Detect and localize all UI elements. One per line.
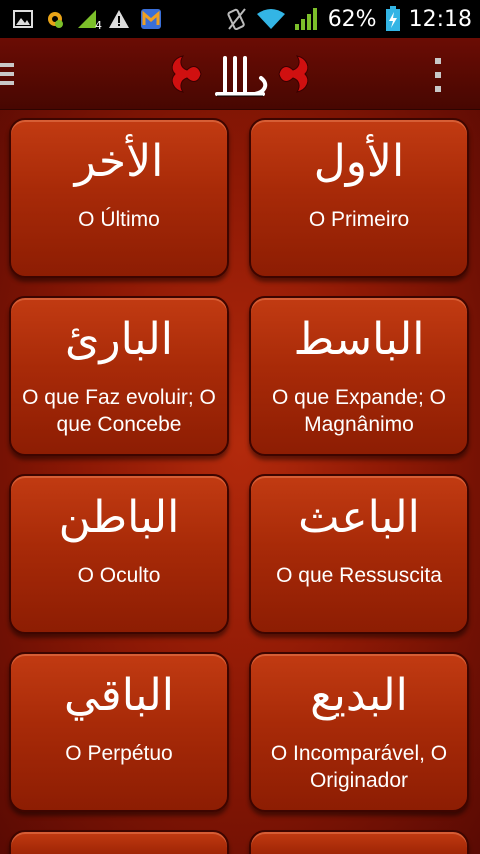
image-icon bbox=[12, 8, 34, 30]
name-card[interactable]: الباطن O Oculto bbox=[9, 474, 229, 634]
battery-percent: 62% bbox=[327, 6, 377, 32]
arabic-name: الباطن bbox=[58, 492, 180, 543]
battery-charging-icon bbox=[385, 6, 401, 31]
warning-icon bbox=[108, 8, 130, 30]
overflow-menu-icon[interactable] bbox=[430, 58, 446, 92]
name-card[interactable]: الباعث O que Ressuscita bbox=[249, 474, 469, 634]
arabic-name: البارئ bbox=[64, 314, 173, 365]
signal-4-icon: 4 bbox=[76, 8, 102, 32]
name-card-partial[interactable] bbox=[9, 830, 229, 854]
settings-cog-icon bbox=[44, 8, 66, 30]
name-card-partial[interactable] bbox=[249, 830, 469, 854]
app-m-icon bbox=[140, 8, 162, 30]
name-card[interactable]: الأول O Primeiro bbox=[249, 118, 469, 278]
name-card[interactable]: الباقي O Perpétuo bbox=[9, 652, 229, 812]
notification-icons: 4 bbox=[0, 8, 162, 32]
allah-calligraphy-logo bbox=[165, 44, 315, 104]
arabic-name: الأخر bbox=[74, 136, 164, 187]
name-meaning: O Oculto bbox=[77, 564, 161, 587]
hamburger-menu-icon[interactable] bbox=[0, 60, 22, 88]
arabic-name: الباسط bbox=[293, 314, 425, 365]
arabic-name: البديع bbox=[310, 670, 408, 721]
name-meaning: O Incomparável, O Originador bbox=[270, 742, 448, 792]
app-bar bbox=[0, 38, 480, 110]
arabic-name: الباقي bbox=[63, 670, 175, 721]
names-grid: الأخر O Último الأول O Primeiro البارئ O… bbox=[9, 118, 471, 854]
names-grid-container[interactable]: الأخر O Último الأول O Primeiro البارئ O… bbox=[0, 110, 480, 854]
notification-badge: 4 bbox=[95, 19, 102, 32]
cell-signal-icon bbox=[294, 8, 320, 30]
arabic-name: الباعث bbox=[298, 492, 420, 543]
name-meaning: O que Expande; O Magnânimo bbox=[272, 386, 446, 436]
name-card[interactable]: البديع O Incomparável, O Originador bbox=[249, 652, 469, 812]
name-meaning: O Primeiro bbox=[308, 208, 410, 231]
name-card[interactable]: الباسط O que Expande; O Magnânimo bbox=[249, 296, 469, 456]
status-bar: 4 62% 12:18 bbox=[0, 0, 480, 38]
name-meaning: O que Ressuscita bbox=[276, 564, 442, 587]
silent-icon bbox=[226, 8, 248, 31]
name-meaning: O que Faz evoluir; O que Concebe bbox=[22, 386, 216, 436]
name-card[interactable]: البارئ O que Faz evoluir; O que Concebe bbox=[9, 296, 229, 456]
wifi-icon bbox=[256, 8, 286, 30]
arabic-name: الأول bbox=[313, 136, 405, 187]
name-meaning: O Último bbox=[78, 208, 160, 231]
name-meaning: O Perpétuo bbox=[65, 742, 173, 765]
system-status: 62% 12:18 bbox=[226, 6, 480, 32]
clock: 12:18 bbox=[408, 6, 472, 32]
name-card[interactable]: الأخر O Último bbox=[9, 118, 229, 278]
